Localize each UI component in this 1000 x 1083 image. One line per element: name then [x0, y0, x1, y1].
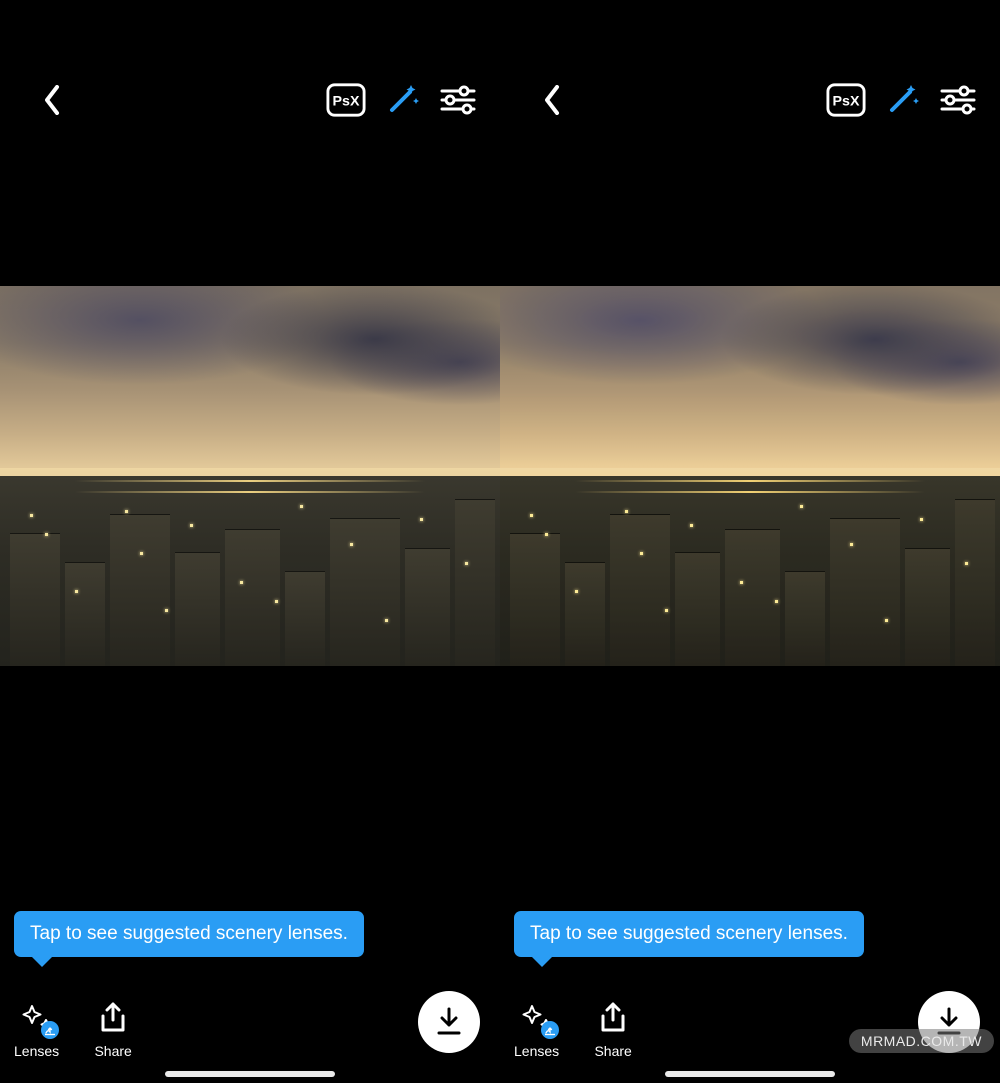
- pane-right: PsX: [500, 0, 1000, 1083]
- top-toolbar: PsX: [500, 78, 1000, 122]
- magic-wand-button[interactable]: [382, 80, 422, 120]
- share-icon: [597, 1002, 629, 1036]
- watermark: MRMAD.COM.TW: [849, 1029, 994, 1053]
- photo-sky: [0, 286, 500, 476]
- lens-badge-icon: [41, 1021, 59, 1039]
- adjustments-button[interactable]: [938, 80, 978, 120]
- lenses-label: Lenses: [514, 1043, 559, 1059]
- pane-left: PsX: [0, 0, 500, 1083]
- back-button[interactable]: [530, 78, 574, 122]
- magic-wand-button[interactable]: [882, 80, 922, 120]
- chevron-left-icon: [43, 85, 61, 115]
- bottom-toolbar: Lenses Share: [0, 969, 500, 1059]
- adjustments-button[interactable]: [438, 80, 478, 120]
- lenses-button[interactable]: Lenses: [14, 1001, 59, 1059]
- home-indicator[interactable]: [165, 1071, 335, 1077]
- share-label: Share: [94, 1043, 131, 1059]
- photo-sky: [500, 286, 1000, 476]
- top-toolbar: PsX: [0, 78, 500, 122]
- lenses-button[interactable]: Lenses: [514, 1001, 559, 1059]
- sliders-icon: [940, 85, 976, 115]
- suggestion-tooltip[interactable]: Tap to see suggested scenery lenses.: [14, 911, 364, 957]
- download-icon: [436, 1007, 462, 1037]
- suggestion-tooltip[interactable]: Tap to see suggested scenery lenses.: [514, 911, 864, 957]
- psx-button[interactable]: PsX: [826, 80, 866, 120]
- sliders-icon: [440, 85, 476, 115]
- photo-city: [500, 476, 1000, 666]
- home-indicator[interactable]: [665, 1071, 835, 1077]
- lenses-label: Lenses: [14, 1043, 59, 1059]
- photo-preview[interactable]: [0, 286, 500, 666]
- top-icon-group: PsX: [826, 80, 978, 120]
- share-button[interactable]: Share: [93, 1001, 133, 1059]
- app-comparison-stage: PsX: [0, 0, 1000, 1083]
- back-button[interactable]: [30, 78, 74, 122]
- share-icon: [97, 1002, 129, 1036]
- psx-label: PsX: [333, 94, 360, 110]
- psx-button[interactable]: PsX: [326, 80, 366, 120]
- magic-wand-icon: [884, 82, 920, 118]
- magic-wand-icon: [384, 82, 420, 118]
- psx-label: PsX: [833, 94, 860, 110]
- lens-badge-icon: [541, 1021, 559, 1039]
- photo-city: [0, 476, 500, 666]
- share-label: Share: [594, 1043, 631, 1059]
- top-icon-group: PsX: [326, 80, 478, 120]
- download-button[interactable]: [418, 991, 480, 1053]
- chevron-left-icon: [543, 85, 561, 115]
- share-button[interactable]: Share: [593, 1001, 633, 1059]
- photo-preview[interactable]: [500, 286, 1000, 666]
